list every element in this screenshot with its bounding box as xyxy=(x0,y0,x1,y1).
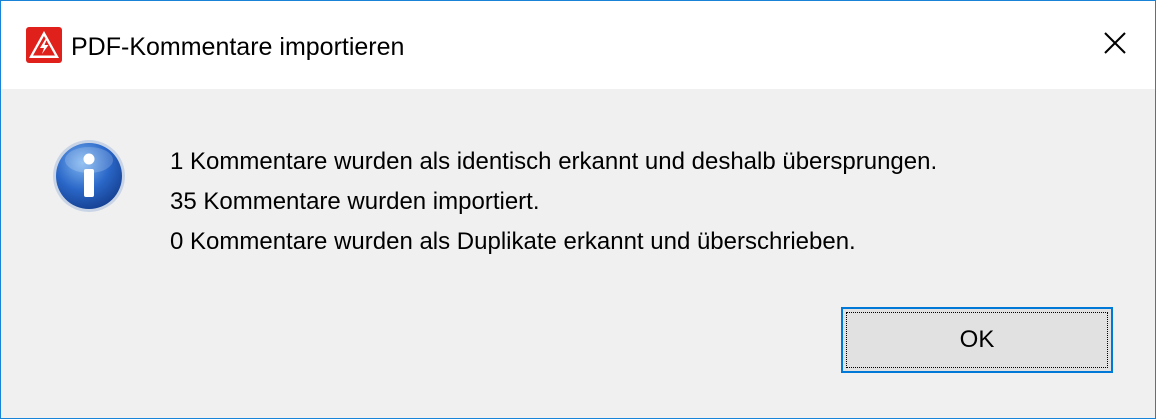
close-button[interactable] xyxy=(1075,1,1155,89)
message-line-skipped: 1 Kommentare wurden als identisch erkann… xyxy=(170,148,938,175)
dialog-window: PDF-Kommentare importieren 1 Kommentare … xyxy=(0,0,1156,419)
warning-triangle-icon xyxy=(26,27,62,63)
window-title: PDF-Kommentare importieren xyxy=(71,33,405,61)
ok-button-label: OK xyxy=(959,326,995,353)
info-icon xyxy=(51,138,127,214)
title-bar[interactable]: PDF-Kommentare importieren xyxy=(1,1,1155,89)
close-icon xyxy=(1102,30,1128,61)
ok-button[interactable]: OK xyxy=(841,307,1113,373)
message-line-imported: 35 Kommentare wurden importiert. xyxy=(170,188,540,215)
message-text: 1 Kommentare wurden als identisch erkann… xyxy=(170,142,937,262)
message-line-overwritten: 0 Kommentare wurden als Duplikate erkann… xyxy=(170,228,856,255)
